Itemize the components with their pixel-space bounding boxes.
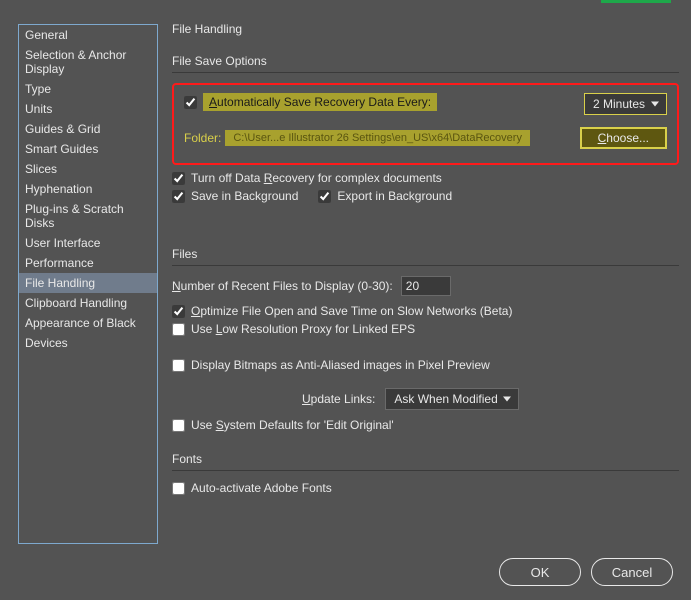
checkbox-display-bitmaps[interactable]: [172, 359, 185, 372]
checkbox-low-res-proxy[interactable]: [172, 323, 185, 336]
low-res-proxy-label: Use Low Resolution Proxy for Linked EPS: [191, 322, 415, 336]
window-accent: [601, 0, 671, 3]
checkbox-turn-off-recovery[interactable]: [172, 172, 185, 185]
fieldset-files: Files Number of Recent Files to Display …: [172, 247, 679, 432]
sidebar-item-units[interactable]: Units: [19, 99, 157, 119]
ok-button[interactable]: OK: [499, 558, 581, 586]
input-recent-files[interactable]: [401, 276, 451, 296]
sidebar-item-appearance-black[interactable]: Appearance of Black: [19, 313, 157, 333]
system-defaults-label: Use System Defaults for 'Edit Original': [191, 418, 394, 432]
legend-fonts: Fonts: [172, 452, 679, 471]
optimize-slow-networks-label: Optimize File Open and Save Time on Slow…: [191, 304, 512, 318]
folder-label: Folder:: [184, 131, 221, 145]
checkbox-export-in-background[interactable]: [318, 190, 331, 203]
autosave-label: Automatically Save Recovery Data Every:: [203, 93, 437, 111]
checkbox-save-in-background[interactable]: [172, 190, 185, 203]
choose-folder-button[interactable]: Choose...: [580, 127, 667, 149]
cancel-button[interactable]: Cancel: [591, 558, 673, 586]
sidebar-item-plugins-scratch[interactable]: Plug-ins & Scratch Disks: [19, 199, 157, 233]
legend-files: Files: [172, 247, 679, 266]
checkbox-optimize-slow-networks[interactable]: [172, 305, 185, 318]
sidebar-item-selection-anchor[interactable]: Selection & Anchor Display: [19, 45, 157, 79]
sidebar-item-user-interface[interactable]: User Interface: [19, 233, 157, 253]
legend-file-save-options: File Save Options: [172, 54, 679, 73]
sidebar-item-file-handling[interactable]: File Handling: [19, 273, 157, 293]
folder-path: C:\User...e Illustrator 26 Settings\en_U…: [225, 130, 530, 146]
sidebar-item-devices[interactable]: Devices: [19, 333, 157, 353]
display-bitmaps-label: Display Bitmaps as Anti-Aliased images i…: [191, 358, 490, 372]
checkbox-system-defaults[interactable]: [172, 419, 185, 432]
fieldset-file-save-options: File Save Options Automatically Save Rec…: [172, 54, 679, 207]
page-title: File Handling: [172, 22, 679, 36]
turn-off-recovery-label: Turn off Data Recovery for complex docum…: [191, 171, 442, 185]
checkbox-auto-activate-fonts[interactable]: [172, 482, 185, 495]
preferences-sidebar: General Selection & Anchor Display Type …: [18, 24, 158, 544]
sidebar-item-type[interactable]: Type: [19, 79, 157, 99]
export-in-background-label: Export in Background: [337, 189, 452, 203]
sidebar-item-slices[interactable]: Slices: [19, 159, 157, 179]
sidebar-item-guides-grid[interactable]: Guides & Grid: [19, 119, 157, 139]
sidebar-item-general[interactable]: General: [19, 25, 157, 45]
auto-activate-fonts-label: Auto-activate Adobe Fonts: [191, 481, 332, 495]
dialog-footer: OK Cancel: [499, 558, 673, 586]
sidebar-item-smart-guides[interactable]: Smart Guides: [19, 139, 157, 159]
sidebar-item-performance[interactable]: Performance: [19, 253, 157, 273]
sidebar-item-clipboard[interactable]: Clipboard Handling: [19, 293, 157, 313]
select-update-links[interactable]: Ask When Modified: [385, 388, 519, 410]
save-in-background-label: Save in Background: [191, 189, 298, 203]
fieldset-fonts: Fonts Auto-activate Adobe Fonts: [172, 452, 679, 495]
highlighted-autosave-region: Automatically Save Recovery Data Every: …: [172, 83, 679, 165]
select-autosave-interval[interactable]: 2 Minutes: [584, 93, 667, 115]
checkbox-auto-save[interactable]: [184, 96, 197, 109]
sidebar-item-hyphenation[interactable]: Hyphenation: [19, 179, 157, 199]
main-panel: File Handling File Save Options Automati…: [172, 22, 679, 515]
recent-files-label: Number of Recent Files to Display (0-30)…: [172, 279, 393, 293]
update-links-label: Update Links:: [302, 392, 375, 406]
